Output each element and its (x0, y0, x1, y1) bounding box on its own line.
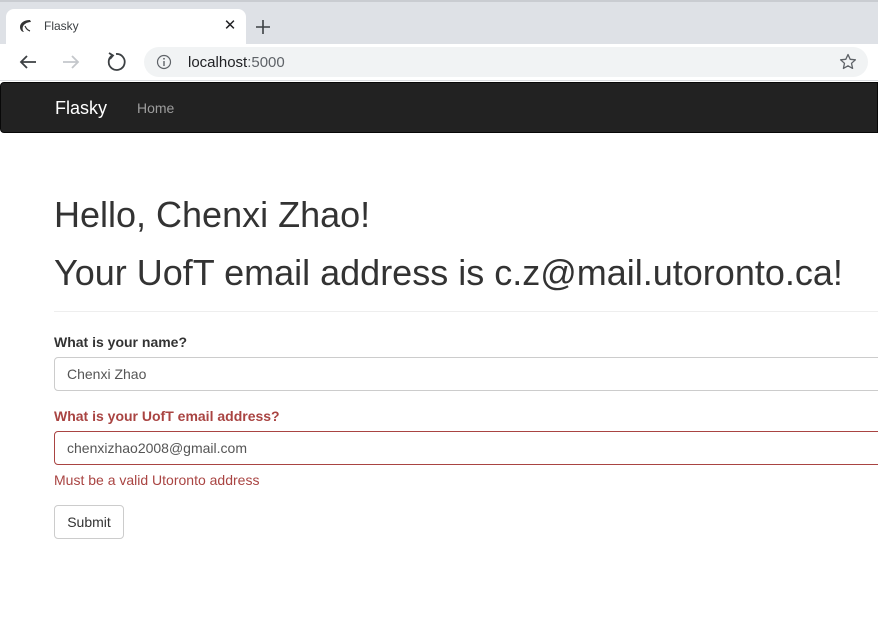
new-tab-icon[interactable] (252, 16, 274, 38)
navbar-brand[interactable]: Flasky (55, 98, 107, 119)
name-input[interactable]: Chenxi Zhao (54, 357, 878, 391)
back-arrow-icon[interactable] (16, 50, 40, 74)
url-host: localhost (188, 54, 248, 71)
close-icon[interactable]: ✕ (221, 17, 239, 35)
url-port: :5000 (247, 54, 285, 71)
page-title-greeting: Hello, Chenxi Zhao! (54, 194, 371, 235)
star-icon[interactable] (838, 52, 858, 72)
browser-tab-strip: Flasky ✕ (0, 0, 878, 44)
email-address-message: Your UofT email address is c.z@mail.utor… (54, 252, 843, 293)
tab-strip-border (0, 0, 878, 2)
browser-tab[interactable]: Flasky ✕ (6, 9, 246, 44)
email-input[interactable]: chenxizhao2008@gmail.com (54, 431, 878, 465)
submit-button[interactable]: Submit (54, 505, 124, 539)
reload-icon[interactable] (104, 50, 128, 74)
url-text: localhost:5000 (188, 54, 285, 71)
tab-title: Flasky (44, 19, 79, 33)
browser-toolbar: localhost:5000 (0, 44, 878, 81)
header-divider (54, 311, 878, 312)
email-error-message: Must be a valid Utoronto address (54, 472, 260, 488)
navbar: Flasky Home (0, 82, 878, 133)
tab-favicon-icon (20, 20, 31, 32)
address-bar[interactable]: localhost:5000 (144, 47, 868, 77)
name-label: What is your name? (54, 334, 188, 350)
info-icon[interactable] (156, 54, 172, 70)
nav-link-home[interactable]: Home (137, 100, 174, 116)
email-label: What is your UofT email address? (54, 408, 280, 424)
forward-arrow-icon[interactable] (59, 50, 83, 74)
